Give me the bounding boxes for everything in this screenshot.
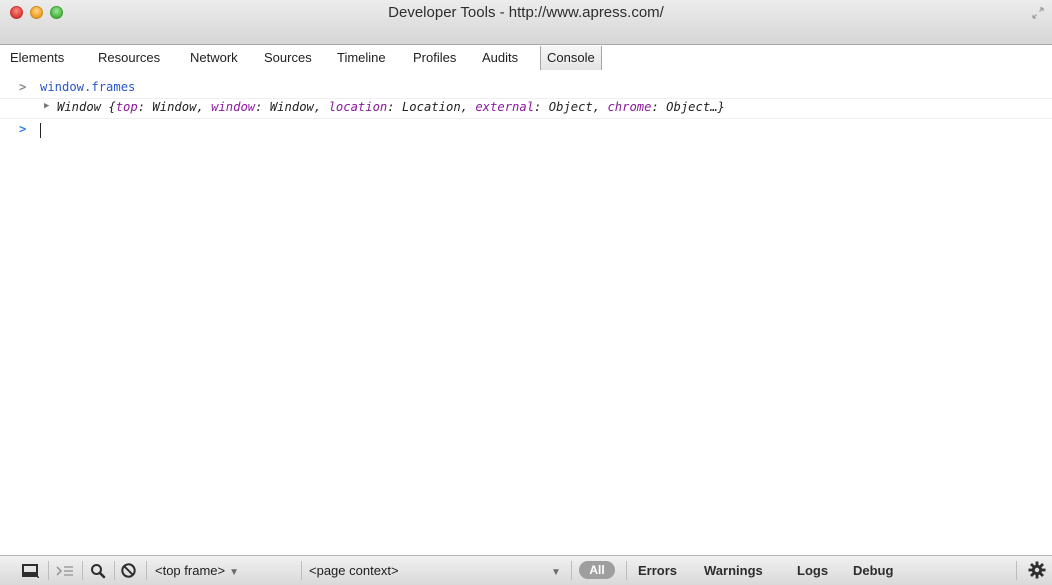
search-icon[interactable] xyxy=(90,563,106,584)
expand-triangle-icon[interactable]: ▶ xyxy=(44,101,49,111)
dock-icon[interactable] xyxy=(22,564,40,584)
tab-audits[interactable]: Audits xyxy=(482,48,518,68)
object-key: top xyxy=(115,100,138,114)
console-panel[interactable]: > window.frames ▶ Window {top: Window, w… xyxy=(0,75,1052,555)
tab-timeline[interactable]: Timeline xyxy=(337,48,386,68)
console-result-object[interactable]: Window {top: Window, window: Window, loc… xyxy=(57,100,725,114)
object-key: location xyxy=(328,100,388,114)
console-result-line[interactable]: ▶ Window {top: Window, window: Window, l… xyxy=(0,100,1052,119)
active-prompt-chevron-icon: > xyxy=(19,122,27,136)
prompt-chevron-icon: > xyxy=(19,80,27,94)
context-select-value: <page context> xyxy=(309,563,399,578)
title-bar: Developer Tools - http://www.apress.com/… xyxy=(0,0,1052,70)
text-caret xyxy=(40,123,41,138)
object-value: Window xyxy=(269,100,314,114)
tab-resources[interactable]: Resources xyxy=(98,48,160,68)
console-prompt-line[interactable]: > xyxy=(0,122,1052,139)
console-input-line: > window.frames xyxy=(0,80,1052,99)
object-prefix: Window { xyxy=(57,100,116,114)
dropdown-arrow-icon: ▼ xyxy=(551,567,561,578)
frame-select-value: <top frame> xyxy=(155,563,226,578)
filter-debug[interactable]: Debug xyxy=(853,563,893,578)
dropdown-arrow-icon: ▼ xyxy=(229,567,240,578)
object-key: chrome xyxy=(607,100,652,114)
object-key: window xyxy=(211,100,256,114)
context-select[interactable]: <page context> xyxy=(309,563,399,578)
filter-errors[interactable]: Errors xyxy=(638,563,677,578)
object-value: Window xyxy=(152,100,197,114)
filter-all[interactable]: All xyxy=(579,561,615,579)
console-drawer-icon[interactable] xyxy=(56,564,74,583)
tab-network[interactable]: Network xyxy=(190,48,238,68)
filter-warnings[interactable]: Warnings xyxy=(704,563,763,578)
tab-elements[interactable]: Elements xyxy=(10,48,64,68)
gear-icon[interactable] xyxy=(1028,561,1046,584)
object-value: Object xyxy=(666,100,711,114)
window-title: Developer Tools - http://www.apress.com/ xyxy=(388,4,664,21)
object-suffix: …} xyxy=(710,100,725,114)
filter-logs[interactable]: Logs xyxy=(797,563,828,578)
object-key: external xyxy=(475,100,535,114)
object-value: Location xyxy=(401,100,461,114)
fullscreen-icon[interactable] xyxy=(1032,6,1044,19)
context-dropdown-arrow[interactable]: ▼ xyxy=(547,563,561,578)
tab-profiles[interactable]: Profiles xyxy=(413,48,456,68)
panel-tab-bar: Elements Resources Network Sources Timel… xyxy=(0,46,1052,70)
clear-console-icon[interactable] xyxy=(120,562,137,584)
frame-select[interactable]: <top frame> ▼ xyxy=(155,563,239,578)
status-bar: <top frame> ▼ <page context> ▼ All Errors… xyxy=(0,555,1052,585)
tab-sources[interactable]: Sources xyxy=(264,48,312,68)
tab-console[interactable]: Console xyxy=(540,46,602,70)
object-value: Object xyxy=(548,100,593,114)
console-command: window.frames xyxy=(40,80,136,94)
